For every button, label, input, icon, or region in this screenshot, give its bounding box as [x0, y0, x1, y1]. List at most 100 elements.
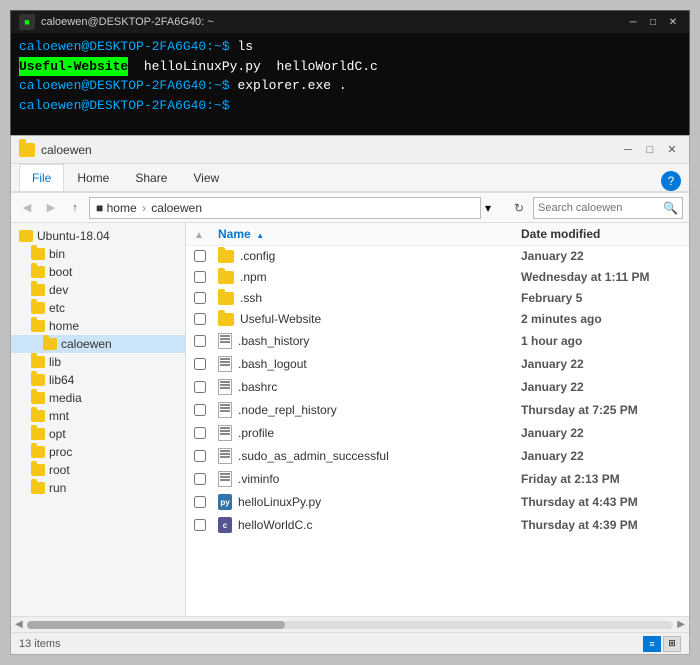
row-check[interactable]: [194, 292, 218, 304]
row-checkbox-1[interactable]: [194, 271, 206, 283]
sidebar-item-root[interactable]: root: [11, 461, 185, 479]
column-date[interactable]: Date modified: [521, 227, 681, 241]
check-all[interactable]: ▲: [194, 227, 218, 241]
tab-home[interactable]: Home: [64, 164, 122, 191]
sidebar-item-home[interactable]: home: [11, 317, 185, 335]
row-check[interactable]: [194, 473, 218, 485]
table-row[interactable]: .sudo_as_admin_successful January 22: [186, 445, 689, 468]
row-checkbox-11[interactable]: [194, 496, 206, 508]
row-checkbox-7[interactable]: [194, 404, 206, 416]
row-name-9: .sudo_as_admin_successful: [218, 448, 521, 464]
terminal-minimize-button[interactable]: ─: [625, 14, 641, 30]
sidebar-item-boot[interactable]: boot: [11, 263, 185, 281]
sidebar-item-run[interactable]: run: [11, 479, 185, 497]
forward-button[interactable]: ▶: [41, 198, 61, 218]
column-name[interactable]: Name ▲: [218, 227, 521, 241]
tab-file[interactable]: File: [19, 164, 64, 191]
row-name-8: .profile: [218, 425, 521, 441]
tab-share[interactable]: Share: [122, 164, 180, 191]
table-row[interactable]: .ssh February 5: [186, 288, 689, 309]
row-check[interactable]: [194, 381, 218, 393]
sidebar-label-lib: lib: [49, 355, 61, 369]
table-row[interactable]: .bashrc January 22: [186, 376, 689, 399]
table-row[interactable]: .bash_history 1 hour ago: [186, 330, 689, 353]
terminal-maximize-button[interactable]: □: [645, 14, 661, 30]
terminal-line-1: caloewen@DESKTOP-2FA6G40:~$ ls: [19, 37, 681, 57]
row-check[interactable]: [194, 404, 218, 416]
address-arrow-1: ›: [139, 201, 150, 215]
doc-icon: [218, 448, 232, 464]
address-bar: ◀ ▶ ↑ ■ home › caloewen ▾ ↻ 🔍: [11, 193, 689, 223]
sidebar-item-dev[interactable]: dev: [11, 281, 185, 299]
row-date-0: January 22: [521, 249, 681, 263]
address-path[interactable]: ■ home › caloewen: [89, 197, 481, 219]
row-check[interactable]: [194, 427, 218, 439]
terminal-close-button[interactable]: ✕: [665, 14, 681, 30]
table-row[interactable]: .npm Wednesday at 1:11 PM: [186, 267, 689, 288]
scrollbar-area[interactable]: ◀ ▶: [11, 616, 689, 632]
explorer-close-button[interactable]: ✕: [663, 141, 681, 159]
table-row[interactable]: .profile January 22: [186, 422, 689, 445]
table-row[interactable]: py helloLinuxPy.py Thursday at 4:43 PM: [186, 491, 689, 514]
row-checkbox-6[interactable]: [194, 381, 206, 393]
scrollbar-track[interactable]: [27, 621, 674, 629]
table-row[interactable]: c helloWorldC.c Thursday at 4:39 PM: [186, 514, 689, 537]
details-view-button[interactable]: ⊞: [663, 636, 681, 652]
back-button[interactable]: ◀: [17, 198, 37, 218]
help-button[interactable]: ?: [661, 171, 681, 191]
sidebar-item-lib[interactable]: lib: [11, 353, 185, 371]
refresh-button[interactable]: ↻: [509, 198, 529, 218]
row-check[interactable]: [194, 250, 218, 262]
sidebar-item-etc[interactable]: etc: [11, 299, 185, 317]
row-check[interactable]: [194, 358, 218, 370]
row-check[interactable]: [194, 271, 218, 283]
table-row[interactable]: .config January 22: [186, 246, 689, 267]
sidebar-item-mnt[interactable]: mnt: [11, 407, 185, 425]
scroll-right-arrow[interactable]: ▶: [677, 619, 685, 630]
row-checkbox-9[interactable]: [194, 450, 206, 462]
row-check[interactable]: [194, 496, 218, 508]
explorer-maximize-button[interactable]: □: [641, 141, 659, 159]
sidebar-item-ubuntu[interactable]: Ubuntu-18.04: [11, 227, 185, 245]
row-checkbox-4[interactable]: [194, 335, 206, 347]
sidebar-item-opt[interactable]: opt: [11, 425, 185, 443]
row-check[interactable]: [194, 519, 218, 531]
scroll-left-arrow[interactable]: ◀: [15, 619, 23, 630]
file-name: .npm: [240, 270, 267, 284]
explorer-window: caloewen ─ □ ✕ File Home Share View ? ◀ …: [10, 135, 690, 655]
row-checkbox-10[interactable]: [194, 473, 206, 485]
row-checkbox-3[interactable]: [194, 313, 206, 325]
sidebar-folder-icon-lib64: [31, 374, 45, 386]
row-checkbox-8[interactable]: [194, 427, 206, 439]
row-checkbox-0[interactable]: [194, 250, 206, 262]
sidebar-item-caloewen[interactable]: caloewen: [11, 335, 185, 353]
row-checkbox-2[interactable]: [194, 292, 206, 304]
row-checkbox-12[interactable]: [194, 519, 206, 531]
row-date-9: January 22: [521, 449, 681, 463]
row-checkbox-5[interactable]: [194, 358, 206, 370]
list-view-button[interactable]: ≡: [643, 636, 661, 652]
search-box[interactable]: 🔍: [533, 197, 683, 219]
scrollbar-thumb[interactable]: [27, 621, 286, 629]
sidebar-folder-icon-dev: [31, 284, 45, 296]
sidebar-label-boot: boot: [49, 265, 72, 279]
row-check[interactable]: [194, 335, 218, 347]
table-row[interactable]: Useful-Website 2 minutes ago: [186, 309, 689, 330]
up-button[interactable]: ↑: [65, 198, 85, 218]
sidebar-item-lib64[interactable]: lib64: [11, 371, 185, 389]
sidebar-item-bin[interactable]: bin: [11, 245, 185, 263]
terminal-prompt-3: caloewen@DESKTOP-2FA6G40:~$: [19, 76, 237, 96]
sidebar-folder-icon-lib: [31, 356, 45, 368]
sidebar-item-proc[interactable]: proc: [11, 443, 185, 461]
explorer-minimize-button[interactable]: ─: [619, 141, 637, 159]
table-row[interactable]: .viminfo Friday at 2:13 PM: [186, 468, 689, 491]
tab-view[interactable]: View: [180, 164, 232, 191]
row-check[interactable]: [194, 313, 218, 325]
address-dropdown[interactable]: ▾: [485, 201, 505, 215]
sidebar-item-media[interactable]: media: [11, 389, 185, 407]
table-row[interactable]: .node_repl_history Thursday at 7:25 PM: [186, 399, 689, 422]
row-name-7: .node_repl_history: [218, 402, 521, 418]
table-row[interactable]: .bash_logout January 22: [186, 353, 689, 376]
search-input[interactable]: [538, 202, 663, 214]
row-check[interactable]: [194, 450, 218, 462]
